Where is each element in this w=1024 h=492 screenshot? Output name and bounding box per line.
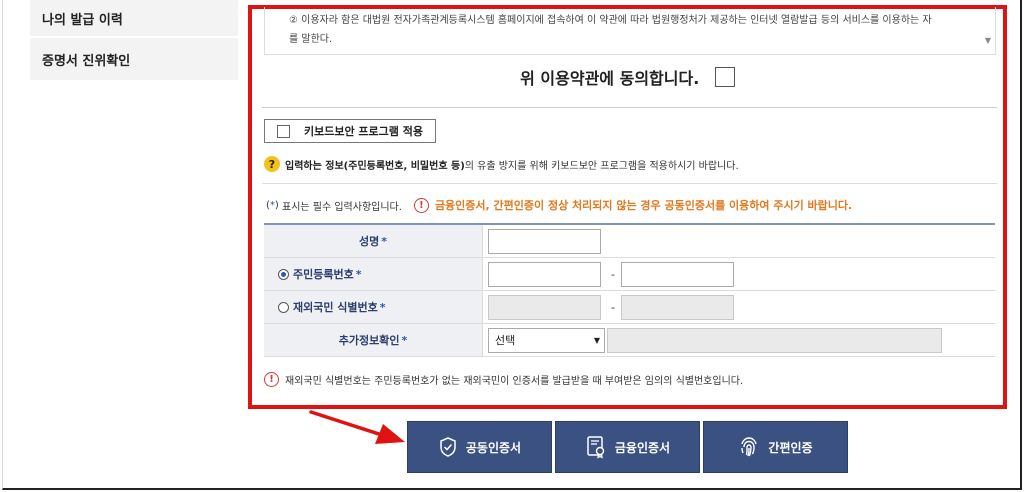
- foreign-id-note-text: 재외국민 식별번호는 주민등록번호가 없는 재외국민이 인증서를 발급받을 때 …: [285, 376, 744, 387]
- rrn-label: 주민등록번호: [293, 268, 354, 281]
- extra-info-select[interactable]: 선택 ▼: [488, 327, 605, 353]
- form-row-name: 성명 *: [264, 225, 995, 258]
- required-star: *: [379, 300, 386, 314]
- agree-label: 위 이용약관에 동의합니다.: [520, 69, 700, 88]
- certificate-document-icon: [587, 436, 605, 459]
- name-input-cell: [483, 225, 995, 257]
- terms-textbox[interactable]: ② 이용자라 함은 대법원 전자가족관계등록시스템 홈페이지에 접속하여 이 약…: [264, 7, 996, 55]
- divider: [262, 107, 997, 108]
- form-row-foreign: 재외국민 식별번호 * -: [264, 291, 995, 324]
- foreign-back-input[interactable]: [621, 294, 734, 320]
- extra-input-cell: 선택 ▼: [483, 324, 995, 356]
- sidebar-item-certificate-verify[interactable]: 증명서 진위확인: [30, 38, 238, 82]
- keyboard-note: ? 입력하는 정보(주민등록번호, 비밀번호 등) 의 유출 방지를 위해 키보…: [264, 156, 739, 172]
- extra-info-input[interactable]: [607, 327, 942, 353]
- warning-icon: !: [413, 197, 429, 213]
- shield-check-icon: [440, 437, 456, 457]
- foreign-label-cell[interactable]: 재외국민 식별번호 *: [264, 291, 483, 323]
- form-row-extra: 추가정보확인 * 선택 ▼: [264, 324, 995, 357]
- terms-line: ② 이용자라 함은 대법원 전자가족관계등록시스템 홈페이지에 접속하여 이 약…: [289, 15, 932, 26]
- rrn-back-input[interactable]: [621, 261, 734, 287]
- keyboard-security-label: 키보드보안 프로그램 적용: [304, 125, 423, 138]
- name-input[interactable]: [488, 228, 601, 254]
- required-note: 표시는 필수 입력사항입니다.: [282, 201, 402, 213]
- foreign-label: 재외국민 식별번호: [293, 301, 378, 314]
- dash-separator: -: [611, 267, 615, 281]
- financial-certificate-button[interactable]: 금융인증서: [555, 421, 700, 473]
- name-label: 성명: [358, 235, 380, 248]
- sidebar-item-issue-history[interactable]: 나의 발급 이력: [30, 0, 238, 38]
- rrn-front-input[interactable]: [488, 261, 601, 287]
- joint-certificate-label: 공동인증서: [465, 440, 522, 455]
- extra-label-cell: 추가정보확인 *: [264, 324, 483, 356]
- dash-separator: -: [611, 300, 615, 314]
- sidebar-item-label: 증명서 진위확인: [42, 53, 131, 69]
- certificate-warning: 금융인증서, 간편인증이 정상 처리되지 않는 경우 공동인증서를 이용하여 주…: [434, 199, 853, 212]
- required-note-row: (*) 표시는 필수 입력사항입니다. ! 금융인증서, 간편인증이 정상 처리…: [266, 197, 853, 213]
- terms-line: 를 말한다.: [289, 34, 333, 45]
- identity-form: 성명 * 주민등록번호 * - 재외국민 식별번호 * - 추가정보확인 * 선…: [264, 223, 995, 357]
- highlight-box: ② 이용자라 함은 대법원 전자가족관계등록시스템 홈페이지에 접속하여 이 약…: [248, 5, 1007, 409]
- scroll-down-icon[interactable]: ▼: [985, 31, 991, 50]
- required-star: *: [381, 234, 387, 248]
- foreign-radio[interactable]: [278, 301, 289, 313]
- sidebar: 나의 발급 이력 증명서 진위확인: [30, 0, 238, 82]
- dropdown-arrow-icon: ▼: [593, 335, 600, 345]
- foreign-front-input[interactable]: [488, 294, 601, 320]
- checkbox-icon: [277, 124, 290, 138]
- fingerprint-icon: [741, 437, 758, 457]
- foreign-id-note: ! 재외국민 식별번호는 주민등록번호가 없는 재외국민이 인증서를 발급받을 …: [264, 372, 743, 387]
- form-row-rrn: 주민등록번호 * -: [264, 258, 995, 291]
- foreign-input-cell: -: [483, 291, 995, 323]
- joint-certificate-button[interactable]: 공동인증서: [407, 421, 552, 473]
- keyboard-security-button[interactable]: 키보드보안 프로그램 적용: [264, 119, 436, 143]
- keyboard-note-text: 의 유출 방지를 위해 키보드보안 프로그램을 적용하시기 바랍니다.: [464, 160, 739, 172]
- sidebar-item-label: 나의 발급 이력: [42, 12, 123, 28]
- warning-icon: !: [264, 372, 279, 387]
- agree-row: 위 이용약관에 동의합니다.: [252, 65, 1003, 89]
- required-star: *: [401, 333, 408, 347]
- name-label-cell: 성명 *: [264, 225, 483, 257]
- financial-certificate-label: 금융인증서: [614, 440, 671, 455]
- keyboard-note-bold: 입력하는 정보(주민등록번호, 비밀번호 등): [285, 160, 465, 172]
- rrn-label-cell[interactable]: 주민등록번호 *: [264, 258, 483, 290]
- rrn-input-cell: -: [483, 258, 995, 290]
- extra-label: 추가정보확인: [338, 334, 400, 347]
- select-value: 선택: [495, 334, 516, 347]
- simple-auth-button[interactable]: 간편인증: [703, 421, 848, 473]
- divider: [262, 183, 997, 184]
- required-star: *: [355, 267, 362, 281]
- simple-auth-label: 간편인증: [768, 440, 813, 455]
- red-arrow-icon: [309, 410, 405, 444]
- agree-checkbox[interactable]: [714, 67, 735, 87]
- question-icon: ?: [264, 156, 280, 172]
- rrn-radio[interactable]: [278, 268, 289, 280]
